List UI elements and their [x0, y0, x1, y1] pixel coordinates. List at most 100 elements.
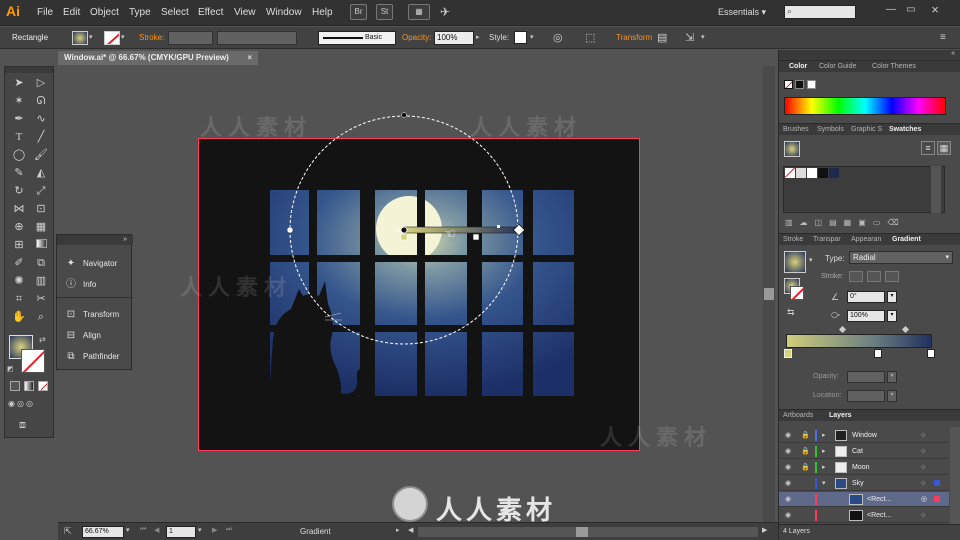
- sublayer-row-rect-1[interactable]: ◉ <Rect... ◎: [779, 492, 949, 507]
- symbol-sprayer-tool-icon[interactable]: ✺: [10, 273, 28, 289]
- none-mode-icon[interactable]: [38, 381, 48, 391]
- visibility-eye-icon[interactable]: ◉: [785, 428, 791, 443]
- tab-graphic-styles[interactable]: Graphic S: [851, 126, 882, 133]
- menu-window[interactable]: Window: [266, 7, 302, 18]
- gradient-location-field[interactable]: [847, 390, 885, 402]
- stock-button[interactable]: St: [376, 4, 393, 20]
- target-icon[interactable]: ○: [921, 508, 925, 523]
- stroke-within-icon[interactable]: [849, 271, 863, 282]
- minimize-button[interactable]: —: [882, 4, 900, 18]
- stroke-weight-field[interactable]: [168, 31, 213, 45]
- zoom-level-field[interactable]: 66.67%: [82, 526, 124, 538]
- layers-scrollbar[interactable]: [950, 427, 960, 525]
- artboard-number-field[interactable]: 1: [166, 526, 196, 538]
- color-white-swatch[interactable]: [807, 80, 816, 89]
- horizontal-scroll-thumb[interactable]: [576, 527, 588, 537]
- swatch-registration[interactable]: [796, 168, 806, 178]
- tab-gradient[interactable]: Gradient: [892, 236, 921, 243]
- control-panel-menu-icon[interactable]: ▾: [701, 33, 705, 41]
- zoom-tool-icon[interactable]: ⌕: [32, 309, 50, 325]
- shaper-tool-icon[interactable]: ✎: [10, 165, 28, 181]
- last-artboard-icon[interactable]: ⏭: [226, 526, 232, 534]
- share-icon[interactable]: ⇱: [64, 526, 72, 537]
- stroke-across-icon[interactable]: [885, 271, 899, 282]
- recolor-artwork-icon[interactable]: ◎: [553, 31, 563, 44]
- gradient-midpoint-2[interactable]: [901, 325, 910, 334]
- shape-builder-tool-icon[interactable]: ⊕: [10, 219, 28, 235]
- menu-edit[interactable]: Edit: [63, 7, 80, 18]
- help-search-input[interactable]: ⌕: [784, 5, 856, 19]
- document-tab[interactable]: Window.ai* @ 66.67% (CMYK/GPU Preview) ×: [58, 51, 258, 65]
- vertical-scrollbar[interactable]: [763, 66, 775, 522]
- lock-icon[interactable]: 🔒: [801, 460, 810, 475]
- close-document-icon[interactable]: ×: [247, 51, 252, 65]
- target-icon[interactable]: ◎: [921, 492, 927, 507]
- swatch-white[interactable]: [807, 168, 817, 178]
- tab-swatches[interactable]: Swatches: [889, 126, 921, 133]
- menu-file[interactable]: File: [37, 7, 53, 18]
- swap-fill-stroke-icon[interactable]: ⇄: [39, 335, 46, 344]
- tab-artboards[interactable]: Artboards: [783, 412, 813, 419]
- perspective-grid-tool-icon[interactable]: ▦: [32, 219, 50, 235]
- gradient-aspect-field[interactable]: 100%: [847, 310, 885, 322]
- opacity-field[interactable]: 100%: [434, 31, 474, 45]
- gradient-preview-swatch[interactable]: [784, 251, 806, 273]
- hand-tool-icon[interactable]: ✋: [10, 309, 28, 325]
- direct-selection-tool-icon[interactable]: ▷: [32, 75, 50, 91]
- expand-arrow-icon[interactable]: ▸: [822, 428, 826, 443]
- lasso-tool-icon[interactable]: ᘏ: [32, 93, 50, 109]
- gpu-performance-icon[interactable]: ✈: [440, 5, 450, 19]
- target-icon[interactable]: ○: [921, 428, 925, 443]
- transform-link[interactable]: Transform: [616, 33, 652, 42]
- menu-type[interactable]: Type: [129, 7, 151, 18]
- artboard-tool-icon[interactable]: ⌗: [10, 291, 28, 307]
- gradient-opacity-field[interactable]: [847, 371, 885, 383]
- panel-transform[interactable]: ⊡ Transform: [57, 306, 133, 324]
- variable-width-profile[interactable]: [217, 31, 297, 45]
- visibility-eye-icon[interactable]: ◉: [785, 444, 791, 459]
- tab-brushes[interactable]: Brushes: [783, 126, 809, 133]
- artboard-dropdown-icon[interactable]: ▾: [198, 526, 202, 534]
- menu-select[interactable]: Select: [161, 7, 189, 18]
- gradient-ramp[interactable]: [786, 334, 932, 348]
- scroll-left-icon[interactable]: ◀: [408, 526, 413, 534]
- layer-name[interactable]: Sky: [852, 476, 864, 491]
- screen-mode-icon[interactable]: ⧈: [19, 419, 26, 432]
- panel-navigator[interactable]: ✦ Navigator: [57, 255, 133, 273]
- collapse-arrow-icon[interactable]: ▾: [822, 476, 826, 491]
- list-view-icon[interactable]: ≡: [921, 141, 935, 155]
- first-artboard-icon[interactable]: ⏮: [140, 526, 146, 534]
- tab-transparency[interactable]: Transpar: [813, 236, 841, 243]
- type-tool-icon[interactable]: T: [10, 129, 28, 145]
- gradient-type-select[interactable]: Radial ▾: [849, 251, 953, 264]
- expand-arrow-icon[interactable]: ▸: [822, 444, 826, 459]
- gradient-preset-dropdown[interactable]: ▾: [809, 256, 813, 264]
- aspect-dropdown-icon[interactable]: ▾: [887, 310, 897, 322]
- eraser-tool-icon[interactable]: ◭: [32, 165, 50, 181]
- layer-name[interactable]: Window: [852, 428, 877, 443]
- next-artboard-icon[interactable]: ▶: [212, 526, 217, 534]
- stroke-along-icon[interactable]: [867, 271, 881, 282]
- layer-row-moon[interactable]: ◉ 🔒 ▸ Moon ○: [779, 460, 949, 475]
- color-black-swatch[interactable]: [795, 80, 804, 89]
- reverse-gradient-icon[interactable]: ⇆: [787, 307, 795, 318]
- menu-help[interactable]: Help: [312, 7, 333, 18]
- gradient-stop-start[interactable]: [784, 349, 792, 358]
- flyout-collapse-icon[interactable]: »: [57, 235, 133, 245]
- scale-tool-icon[interactable]: ⤢: [32, 183, 50, 199]
- mesh-tool-icon[interactable]: ⊞: [10, 237, 28, 253]
- graphic-style-swatch[interactable]: [514, 31, 527, 44]
- swatches-scrollbar[interactable]: [931, 166, 941, 213]
- blend-tool-icon[interactable]: ⧉: [32, 255, 50, 271]
- stroke-swatch[interactable]: [104, 31, 120, 45]
- eyedropper-tool-icon[interactable]: ✐: [10, 255, 28, 271]
- menu-effect[interactable]: Effect: [198, 7, 223, 18]
- gradient-midpoint-1[interactable]: [838, 325, 847, 334]
- menu-object[interactable]: Object: [90, 7, 119, 18]
- visibility-eye-icon[interactable]: ◉: [785, 460, 791, 475]
- gradient-angle-field[interactable]: 0°: [847, 291, 885, 303]
- visibility-eye-icon[interactable]: ◉: [785, 476, 791, 491]
- rotate-tool-icon[interactable]: ↻: [10, 183, 28, 199]
- menu-view[interactable]: View: [234, 7, 256, 18]
- scroll-right-icon[interactable]: ▶: [762, 526, 767, 534]
